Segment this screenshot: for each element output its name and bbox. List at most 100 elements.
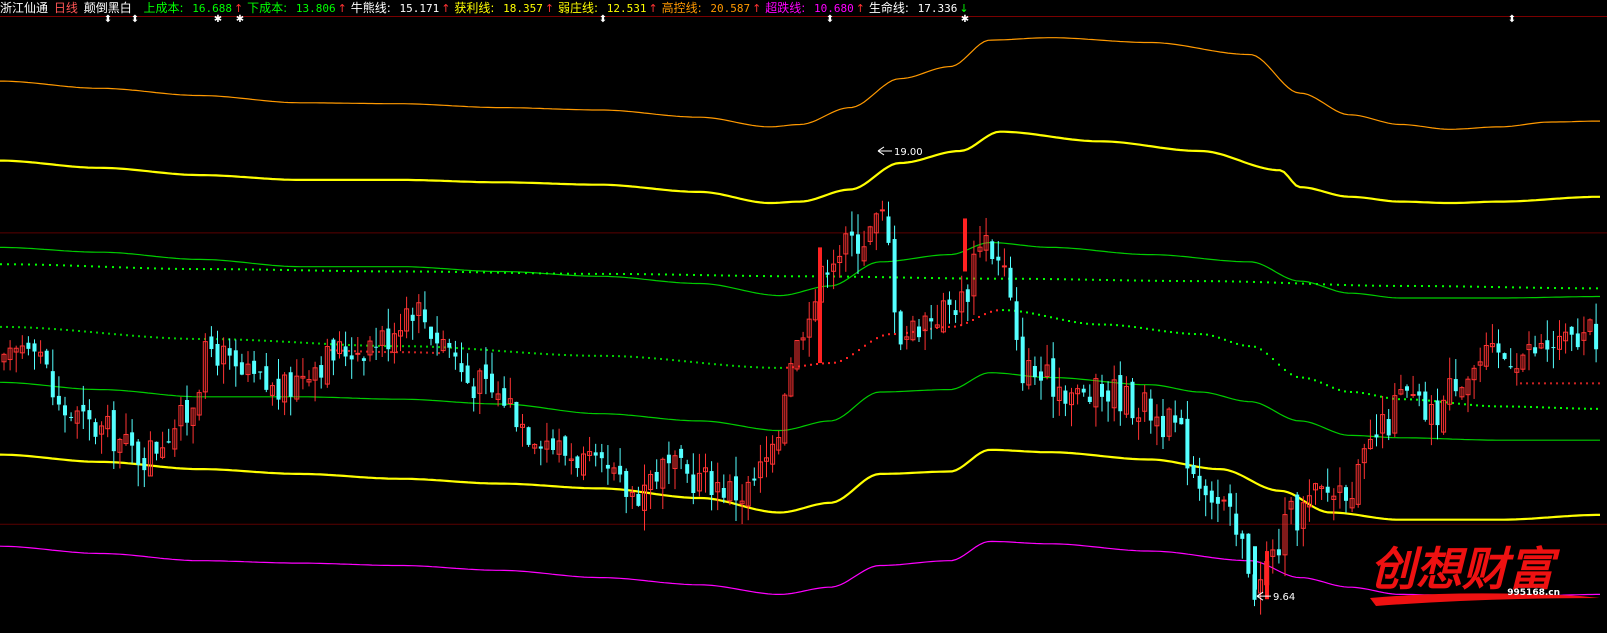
candle-body-down[interactable] — [1215, 497, 1220, 504]
candle-body-down[interactable] — [1008, 267, 1013, 298]
candle-body-down[interactable] — [26, 342, 31, 349]
candle-body-down[interactable] — [490, 373, 494, 393]
candle-body-down[interactable] — [319, 365, 324, 378]
candle-body-down[interactable] — [514, 401, 519, 428]
candle-body-up[interactable] — [963, 218, 967, 272]
candle-body-down[interactable] — [288, 372, 293, 397]
candle-body-down[interactable] — [50, 371, 55, 398]
candle-body-up[interactable] — [879, 209, 885, 212]
candle-body-down[interactable] — [990, 241, 995, 260]
candle-body-down[interactable] — [209, 336, 214, 350]
candle-body-down[interactable] — [349, 355, 354, 360]
candle-body-down[interactable] — [185, 400, 189, 423]
candle-body-down[interactable] — [1203, 485, 1208, 496]
candle-body-down[interactable] — [624, 471, 629, 497]
candle-body-up[interactable] — [1265, 551, 1269, 600]
candle-body-down[interactable] — [410, 314, 415, 321]
candle-body-down[interactable] — [721, 487, 726, 498]
candle-body-down[interactable] — [130, 432, 135, 446]
candle-body-down[interactable] — [666, 454, 671, 464]
candle-body-down[interactable] — [654, 471, 659, 482]
candle-body-down[interactable] — [483, 364, 488, 379]
candle-body-down[interactable] — [471, 386, 476, 399]
candle-body-down[interactable] — [691, 474, 696, 494]
candle-body-down[interactable] — [825, 272, 830, 275]
candle-body-down[interactable] — [32, 343, 37, 352]
candle-body-down[interactable] — [1118, 375, 1123, 412]
candle-body-down[interactable] — [343, 346, 348, 357]
candle-body-down[interactable] — [1081, 388, 1086, 393]
candle-body-down[interactable] — [1569, 326, 1574, 335]
candle-body-down[interactable] — [1253, 546, 1257, 590]
candle-body-down[interactable] — [87, 410, 92, 420]
candle-body-down[interactable] — [1344, 487, 1348, 501]
candle-body-down[interactable] — [1502, 353, 1507, 359]
candle-body-down[interactable] — [69, 416, 74, 418]
candle-body-down[interactable] — [386, 328, 391, 350]
candle-body-down[interactable] — [734, 476, 738, 501]
candle-body-down[interactable] — [258, 371, 263, 373]
candle-body-down[interactable] — [917, 326, 921, 338]
candle-body-down[interactable] — [56, 395, 61, 405]
candle-body-down[interactable] — [1039, 371, 1043, 381]
candle-body-down[interactable] — [849, 231, 854, 236]
candle-body-up[interactable] — [818, 247, 822, 364]
candle-body-down[interactable] — [1020, 336, 1025, 384]
candle-body-down[interactable] — [965, 289, 970, 302]
candle-body-down[interactable] — [1545, 340, 1550, 350]
candle-body-down[interactable] — [264, 366, 269, 390]
candle-body-down[interactable] — [435, 332, 440, 344]
candle-body-down[interactable] — [453, 352, 458, 357]
candle-body-down[interactable] — [1100, 383, 1104, 397]
candle-body-down[interactable] — [996, 256, 1001, 261]
candle-body-down[interactable] — [1405, 386, 1409, 391]
candle-body-down[interactable] — [227, 348, 232, 356]
candle-body-down[interactable] — [1014, 301, 1019, 340]
candle-body-down[interactable] — [429, 326, 433, 339]
candle-body-down[interactable] — [93, 422, 98, 437]
candle-body-down[interactable] — [1032, 366, 1037, 378]
candle-body-down[interactable] — [447, 342, 452, 348]
candle-body-down[interactable] — [538, 446, 543, 449]
candle-body-down[interactable] — [1435, 400, 1440, 426]
candle-body-down[interactable] — [1209, 490, 1214, 503]
candle-body-down[interactable] — [1453, 379, 1458, 392]
candle-body-down[interactable] — [361, 358, 366, 361]
candle-body-down[interactable] — [239, 362, 244, 375]
candle-body-down[interactable] — [526, 427, 531, 445]
candle-body-down[interactable] — [1051, 358, 1056, 397]
candle-body-down[interactable] — [1386, 419, 1391, 436]
candle-body-up[interactable] — [1001, 265, 1007, 268]
candle-body-down[interactable] — [1228, 493, 1233, 507]
candle-body-down[interactable] — [1106, 390, 1111, 402]
candle-body-down[interactable] — [1130, 381, 1135, 419]
candle-body-down[interactable] — [422, 309, 427, 323]
period-label[interactable]: 日线 — [54, 1, 78, 15]
candle-body-down[interactable] — [679, 448, 684, 458]
candle-body-up[interactable] — [1221, 499, 1227, 502]
candle-body-down[interactable] — [1246, 533, 1251, 574]
candle-body-down[interactable] — [1185, 418, 1190, 469]
candle-body-down[interactable] — [1417, 391, 1422, 396]
candle-body-down[interactable] — [1295, 494, 1300, 531]
candle-body-down[interactable] — [136, 441, 141, 465]
candles[interactable] — [1, 200, 1599, 615]
candle-body-down[interactable] — [1161, 415, 1165, 438]
candle-body-down[interactable] — [331, 339, 336, 361]
candle-body-down[interactable] — [374, 346, 379, 348]
candle-body-down[interactable] — [1087, 396, 1092, 403]
candle-body-down[interactable] — [502, 388, 507, 406]
candle-body-down[interactable] — [1508, 366, 1513, 368]
candle-body-down[interactable] — [1496, 343, 1501, 353]
candle-body-down[interactable] — [947, 299, 952, 305]
candle-body-down[interactable] — [1063, 390, 1068, 404]
candle-body-down[interactable] — [465, 365, 470, 383]
candle-body-down[interactable] — [685, 464, 690, 474]
candle-body-up[interactable] — [1410, 394, 1416, 397]
candle-body-down[interactable] — [892, 239, 897, 313]
candle-body-down[interactable] — [154, 441, 159, 454]
candle-body-down[interactable] — [1173, 415, 1178, 423]
candle-body-down[interactable] — [215, 343, 220, 366]
candle-body-down[interactable] — [1551, 347, 1556, 349]
candle-body-down[interactable] — [929, 318, 934, 322]
